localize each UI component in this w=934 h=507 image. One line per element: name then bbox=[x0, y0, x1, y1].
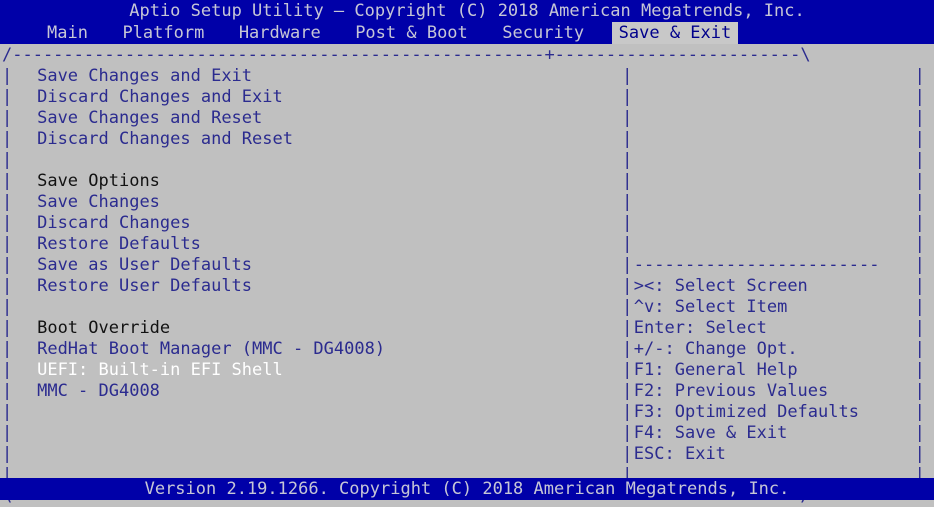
menu-item-save-changes-and-reset[interactable]: Save Changes and Reset bbox=[37, 108, 262, 129]
frame-right-edge: | bbox=[914, 402, 925, 422]
frame-right-edge: | bbox=[914, 171, 925, 191]
help-key-f3: F3: Optimized Defaults bbox=[633, 402, 859, 422]
window-title: Aptio Setup Utility – Copyright (C) 2018… bbox=[0, 0, 934, 22]
menu-tab-gap bbox=[95, 23, 115, 43]
frame-center-divider: | bbox=[622, 66, 633, 86]
frame-right-edge: | bbox=[914, 423, 925, 443]
menu-tab-hardware[interactable]: Hardware bbox=[232, 22, 328, 44]
frame-center-divider: | bbox=[622, 318, 633, 338]
menu-item-uefi-built-in-efi-shell[interactable]: UEFI: Built-in EFI Shell bbox=[37, 360, 283, 381]
frame-left-edge: | bbox=[2, 171, 13, 191]
frame-center-divider: | bbox=[622, 360, 633, 380]
menu-item-mmc-dg4008[interactable]: MMC - DG4008 bbox=[37, 381, 160, 402]
frame-center-divider: | bbox=[622, 150, 633, 170]
frame-left-edge: | bbox=[2, 129, 13, 149]
menu-tab-gap bbox=[328, 23, 348, 43]
frame-left-edge: | bbox=[2, 87, 13, 107]
frame-right-edge: | bbox=[914, 276, 925, 296]
frame-left-edge: | bbox=[2, 276, 13, 296]
frame-left-edge: | bbox=[2, 381, 13, 401]
menu-item-redhat-boot-manager-mmc-dg4008[interactable]: RedHat Boot Manager (MMC - DG4008) bbox=[37, 339, 385, 360]
help-key-key: ><: Select Screen bbox=[633, 276, 808, 296]
help-key-v: ^v: Select Item bbox=[633, 297, 788, 317]
menu-tab-platform[interactable]: Platform bbox=[115, 22, 211, 44]
menu-item-save-changes-and-exit[interactable]: Save Changes and Exit bbox=[37, 66, 252, 87]
frame-left-edge: | bbox=[2, 297, 13, 317]
frame-right-edge: | bbox=[914, 297, 925, 317]
frame-right-edge: | bbox=[914, 360, 925, 380]
menu-tab-post-boot[interactable]: Post & Boot bbox=[348, 22, 475, 44]
frame-center-divider: | bbox=[622, 171, 633, 191]
frame-right-edge: | bbox=[914, 213, 925, 233]
menu-tab-security[interactable]: Security bbox=[495, 22, 591, 44]
menu-item-discard-changes-and-reset[interactable]: Discard Changes and Reset bbox=[37, 129, 293, 150]
frame-center-divider: | bbox=[622, 402, 633, 422]
frame-left-edge: | bbox=[2, 339, 13, 359]
help-panel-separator: ------------------------ bbox=[633, 255, 880, 275]
frame-left-edge: | bbox=[2, 234, 13, 254]
menu-item-save-changes[interactable]: Save Changes bbox=[37, 192, 160, 213]
help-key-f1: F1: General Help bbox=[633, 360, 798, 380]
version-footer: Version 2.19.1266. Copyright (C) 2018 Am… bbox=[0, 478, 934, 500]
section-header-save-options: Save Options bbox=[37, 171, 160, 191]
frame-center-divider: | bbox=[622, 423, 633, 443]
frame-right-edge: | bbox=[914, 444, 925, 464]
frame-left-edge: | bbox=[2, 318, 13, 338]
frame-right-edge: | bbox=[914, 129, 925, 149]
frame-left-edge: | bbox=[2, 108, 13, 128]
frame-center-divider: | bbox=[622, 129, 633, 149]
frame-center-divider: | bbox=[622, 297, 633, 317]
frame-left-edge: | bbox=[2, 423, 13, 443]
menu-item-restore-defaults[interactable]: Restore Defaults bbox=[37, 234, 201, 255]
frame-right-edge: | bbox=[914, 66, 925, 86]
help-key-esc: ESC: Exit bbox=[633, 444, 726, 464]
menu-item-save-as-user-defaults[interactable]: Save as User Defaults bbox=[37, 255, 252, 276]
menu-tab-list: Main Platform Hardware Post & Boot Secur… bbox=[40, 22, 739, 44]
frame-center-divider: | bbox=[622, 255, 633, 275]
frame-center-divider: | bbox=[622, 213, 633, 233]
frame-center-divider: | bbox=[622, 381, 633, 401]
menu-tab-save-exit[interactable]: Save & Exit bbox=[611, 22, 739, 44]
frame-left-edge: | bbox=[2, 66, 13, 86]
section-header-boot-override: Boot Override bbox=[37, 318, 171, 338]
menu-tab-gap bbox=[591, 23, 611, 43]
help-key-key: +/-: Change Opt. bbox=[633, 339, 798, 359]
frame-left-edge: | bbox=[2, 444, 13, 464]
frame-left-edge: | bbox=[2, 402, 13, 422]
frame-right-edge: | bbox=[914, 150, 925, 170]
menu-item-discard-changes-and-exit[interactable]: Discard Changes and Exit bbox=[37, 87, 283, 108]
frame-right-edge: | bbox=[914, 108, 925, 128]
frame-right-edge: | bbox=[914, 339, 925, 359]
menu-item-restore-user-defaults[interactable]: Restore User Defaults bbox=[37, 276, 252, 297]
frame-top-border: /---------------------------------------… bbox=[2, 45, 811, 65]
frame-right-edge: | bbox=[914, 318, 925, 338]
menu-tab-main[interactable]: Main bbox=[40, 22, 95, 44]
frame-left-edge: | bbox=[2, 192, 13, 212]
frame-center-divider: | bbox=[622, 87, 633, 107]
frame-center-divider: | bbox=[622, 108, 633, 128]
help-key-f4: F4: Save & Exit bbox=[633, 423, 788, 443]
menu-bar: Main Platform Hardware Post & Boot Secur… bbox=[0, 22, 934, 44]
frame-right-edge: | bbox=[914, 381, 925, 401]
frame-left-edge: | bbox=[2, 213, 13, 233]
frame-left-edge: | bbox=[2, 150, 13, 170]
frame-center-divider: | bbox=[622, 234, 633, 254]
frame-right-edge: | bbox=[914, 192, 925, 212]
menu-tab-gap bbox=[475, 23, 495, 43]
help-key-f2: F2: Previous Values bbox=[633, 381, 829, 401]
menu-item-discard-changes[interactable]: Discard Changes bbox=[37, 213, 191, 234]
frame-left-edge: | bbox=[2, 255, 13, 275]
frame-center-divider: | bbox=[622, 192, 633, 212]
help-key-enter: Enter: Select bbox=[633, 318, 767, 338]
frame-right-edge: | bbox=[914, 255, 925, 275]
frame-right-edge: | bbox=[914, 234, 925, 254]
frame-center-divider: | bbox=[622, 276, 633, 296]
menu-tab-gap bbox=[211, 23, 231, 43]
frame-center-divider: | bbox=[622, 339, 633, 359]
frame-right-edge: | bbox=[914, 87, 925, 107]
frame-left-edge: | bbox=[2, 360, 13, 380]
frame-center-divider: | bbox=[622, 444, 633, 464]
bios-setup-screen: Aptio Setup Utility – Copyright (C) 2018… bbox=[0, 0, 934, 506]
